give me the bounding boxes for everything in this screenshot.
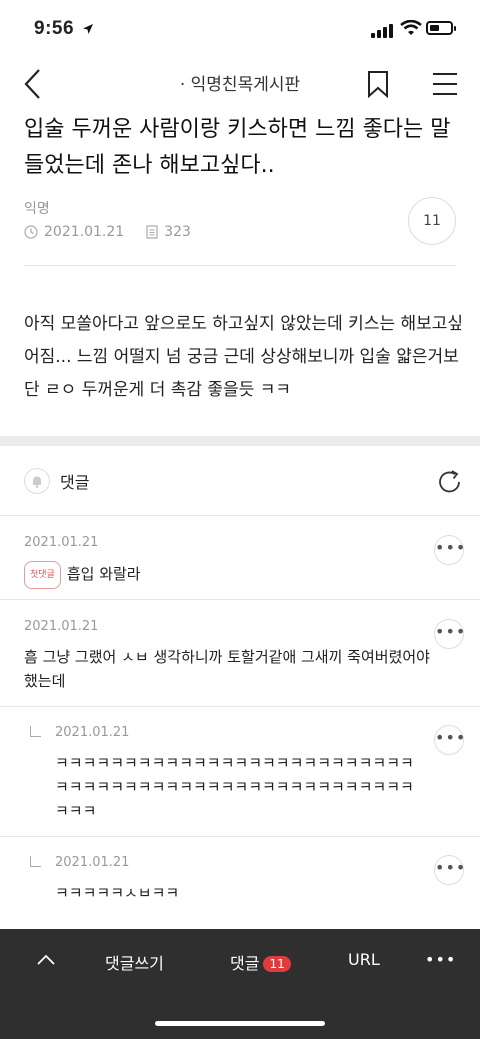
comments-header: 댓글 bbox=[24, 468, 89, 494]
comments-button-label: 댓글 bbox=[230, 954, 260, 973]
wifi-icon bbox=[400, 20, 422, 35]
comment-text: 흡입 와랄라 bbox=[66, 565, 141, 583]
reply-date: 2021.01.21 bbox=[55, 725, 130, 740]
location-arrow-icon bbox=[83, 24, 93, 34]
comment-item: 첫댓글 흡입 와랄라 bbox=[24, 561, 414, 589]
more-options-button[interactable]: ••• bbox=[425, 950, 456, 969]
battery-icon bbox=[426, 21, 456, 35]
chevron-up-icon[interactable] bbox=[37, 954, 55, 966]
divider bbox=[24, 265, 456, 266]
comments-label: 댓글 bbox=[60, 473, 90, 492]
clock-icon bbox=[24, 225, 38, 239]
comment-date: 2021.01.21 bbox=[24, 535, 99, 550]
status-time: 9:56 bbox=[34, 18, 75, 39]
url-button[interactable]: URL bbox=[348, 950, 380, 969]
board-title: · 익명친목게시판 bbox=[179, 75, 301, 95]
comment-more-button[interactable]: ••• bbox=[434, 619, 465, 649]
write-comment-button[interactable]: 댓글쓰기 bbox=[105, 950, 164, 974]
divider bbox=[0, 836, 480, 837]
menu-icon[interactable] bbox=[432, 72, 458, 96]
comment-more-button[interactable]: ••• bbox=[434, 725, 465, 755]
reply-text: ㅋㅋㅋㅋㅋㅅㅂㅋㅋ bbox=[55, 884, 180, 902]
reply-text: ㅋㅋㅋㅋㅋㅋㅋㅋㅋㅋㅋㅋㅋㅋㅋㅋㅋㅋㅋㅋㅋㅋㅋㅋㅋㅋㅋㅋㅋㅋㅋㅋㅋㅋㅋㅋㅋㅋㅋㅋ… bbox=[55, 754, 414, 820]
comment-more-button[interactable]: ••• bbox=[434, 535, 465, 565]
comment-date: 2021.01.21 bbox=[24, 619, 99, 634]
comment-text: 흠 그냥 그랬어 ㅅㅂ 생각하니까 토할거같애 그새끼 죽여버렸어야 했는데 bbox=[24, 648, 430, 690]
divider bbox=[0, 599, 480, 600]
post-meta: 2021.01.21 323 bbox=[24, 224, 191, 240]
divider bbox=[0, 515, 480, 516]
comment-more-button[interactable]: ••• bbox=[434, 855, 465, 885]
reply-indent-icon bbox=[30, 856, 41, 867]
first-comment-badge: 첫댓글 bbox=[24, 561, 61, 589]
bell-icon[interactable] bbox=[24, 468, 50, 494]
reply-date: 2021.01.21 bbox=[55, 855, 130, 870]
reply-indent-icon bbox=[30, 726, 41, 737]
post-body: 아직 모쏠아다고 앞으로도 하고싶지 않았는데 키스는 해보고싶어짐... 느낌… bbox=[24, 314, 464, 400]
document-views-icon bbox=[146, 225, 158, 239]
comments-button[interactable]: 댓글 11 bbox=[230, 950, 291, 974]
home-indicator bbox=[155, 1021, 325, 1026]
post-title: 입술 두꺼운 사람이랑 키스하면 느낌 좋다는 말 들었는데 존나 해보고싶다.… bbox=[24, 117, 451, 178]
section-divider bbox=[0, 436, 480, 446]
divider bbox=[0, 706, 480, 707]
refresh-icon[interactable] bbox=[436, 468, 464, 496]
comments-count-badge: 11 bbox=[263, 956, 291, 972]
comment-count-circle[interactable]: 11 bbox=[408, 197, 456, 245]
cellular-signal-icon bbox=[371, 24, 395, 38]
post-views: 323 bbox=[164, 224, 191, 240]
post-author: 익명 bbox=[24, 201, 50, 217]
bookmark-icon[interactable] bbox=[367, 70, 389, 98]
post-date: 2021.01.21 bbox=[44, 224, 125, 240]
